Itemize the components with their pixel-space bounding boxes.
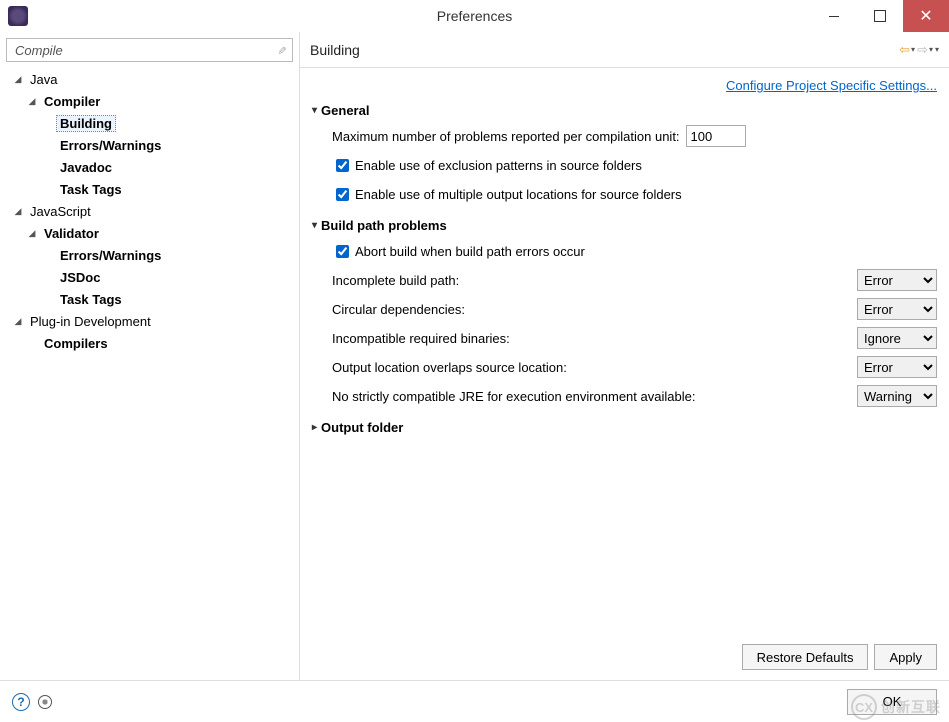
section-toggle-output-folder[interactable]: ▸ Output folder [312,420,937,435]
tree-item-js-task-tags[interactable]: Task Tags [6,288,293,310]
close-button[interactable] [903,0,949,32]
right-pane: Building ⇦▾ ⇨▾ ▾ Configure Project Speci… [300,32,949,680]
back-button[interactable]: ⇦▾ [899,42,915,58]
footer-buttons: OK [847,689,937,715]
footer: ? OK CX 创新互联 [0,680,949,722]
tree-item-compilers[interactable]: Compilers [6,332,293,354]
page-header: Building ⇦▾ ⇨▾ ▾ [300,32,949,68]
no-jre-select[interactable]: ErrorWarningIgnore [857,385,937,407]
window-controls [811,0,949,32]
main-area: ✎ ◢ Java ◢ Compiler [0,32,949,680]
exclusion-label: Enable use of exclusion patterns in sour… [355,158,642,173]
row-max-problems: Maximum number of problems reported per … [332,124,937,148]
output-overlap-label: Output location overlaps source location… [332,360,567,375]
row-output-overlap: Output location overlaps source location… [332,355,937,379]
section-toggle-general[interactable]: ▾ General [312,103,937,118]
maximize-button[interactable] [857,0,903,32]
abort-label: Abort build when build path errors occur [355,244,585,259]
section-toggle-build-path[interactable]: ▾ Build path problems [312,218,937,233]
chevron-down-icon: ▾ [929,45,933,54]
apply-button[interactable]: Apply [874,644,937,670]
tree-item-javadoc[interactable]: Javadoc [6,156,293,178]
tree-item-validator[interactable]: ◢ Validator [6,222,293,244]
expand-icon: ◢ [12,206,24,217]
expand-icon: ◢ [26,228,38,239]
content-area: Configure Project Specific Settings... ▾… [300,68,949,634]
row-incomplete: Incomplete build path: ErrorWarningIgnor… [332,268,937,292]
filter-box: ✎ [6,38,293,62]
incompatible-label: Incompatible required binaries: [332,331,510,346]
tree-item-task-tags[interactable]: Task Tags [6,178,293,200]
nav-arrows: ⇦▾ ⇨▾ ▾ [899,42,939,58]
incompatible-select[interactable]: ErrorWarningIgnore [857,327,937,349]
circular-label: Circular dependencies: [332,302,465,317]
ok-button[interactable]: OK [847,689,937,715]
row-circular: Circular dependencies: ErrorWarningIgnor… [332,297,937,321]
configure-link-row: Configure Project Specific Settings... [312,78,937,93]
minimize-button[interactable] [811,0,857,32]
footer-icons: ? [12,693,52,711]
no-jre-label: No strictly compatible JRE for execution… [332,389,695,404]
tree-item-plugin-dev[interactable]: ◢ Plug-in Development [6,310,293,332]
window-title: Preferences [437,8,512,24]
row-exclusion: Enable use of exclusion patterns in sour… [332,153,937,177]
configure-project-link[interactable]: Configure Project Specific Settings... [726,78,937,93]
forward-button[interactable]: ⇨▾ [917,42,933,58]
section-build-path: ▾ Build path problems Abort build when b… [312,218,937,408]
abort-checkbox[interactable] [336,245,349,258]
max-problems-input[interactable] [686,125,746,147]
incomplete-label: Incomplete build path: [332,273,459,288]
menu-button[interactable]: ▾ [935,45,939,54]
chevron-down-icon: ▾ [312,105,317,116]
chevron-right-icon: ▸ [312,422,317,433]
tree-item-js-errors-warnings[interactable]: Errors/Warnings [6,244,293,266]
max-problems-label: Maximum number of problems reported per … [332,129,680,144]
expand-icon: ◢ [26,96,38,107]
page-button-row: Restore Defaults Apply [300,634,949,680]
left-pane: ✎ ◢ Java ◢ Compiler [0,32,300,680]
filter-input[interactable] [13,42,277,59]
incomplete-select[interactable]: ErrorWarningIgnore [857,269,937,291]
section-body-build-path: Abort build when build path errors occur… [312,239,937,408]
multiple-output-label: Enable use of multiple output locations … [355,187,682,202]
clear-filter-icon[interactable]: ✎ [275,45,288,54]
chevron-down-icon: ▾ [312,220,317,231]
titlebar: Preferences [0,0,949,32]
row-no-jre: No strictly compatible JRE for execution… [332,384,937,408]
circular-select[interactable]: ErrorWarningIgnore [857,298,937,320]
tree-item-javascript[interactable]: ◢ JavaScript [6,200,293,222]
restore-defaults-button[interactable]: Restore Defaults [742,644,869,670]
row-abort: Abort build when build path errors occur [332,239,937,263]
tree-item-errors-warnings[interactable]: Errors/Warnings [6,134,293,156]
output-overlap-select[interactable]: ErrorWarningIgnore [857,356,937,378]
row-incompatible: Incompatible required binaries: ErrorWar… [332,326,937,350]
page-title: Building [310,42,360,58]
exclusion-checkbox[interactable] [336,159,349,172]
chevron-down-icon: ▾ [911,45,915,54]
tree-item-java[interactable]: ◢ Java [6,68,293,90]
help-icon[interactable]: ? [12,693,30,711]
import-export-icon[interactable] [38,695,52,709]
tree-item-jsdoc[interactable]: JSDoc [6,266,293,288]
tree-item-compiler[interactable]: ◢ Compiler [6,90,293,112]
section-output-folder: ▸ Output folder [312,420,937,435]
preferences-window: Preferences ✎ ◢ Java [0,0,949,722]
expand-icon: ◢ [12,74,24,85]
section-general: ▾ General Maximum number of problems rep… [312,103,937,206]
multiple-output-checkbox[interactable] [336,188,349,201]
preferences-tree: ◢ Java ◢ Compiler Building [6,62,293,674]
app-icon [8,6,28,26]
row-multiple-output: Enable use of multiple output locations … [332,182,937,206]
section-body-general: Maximum number of problems reported per … [312,124,937,206]
expand-icon: ◢ [12,316,24,327]
tree-item-building[interactable]: Building [6,112,293,134]
